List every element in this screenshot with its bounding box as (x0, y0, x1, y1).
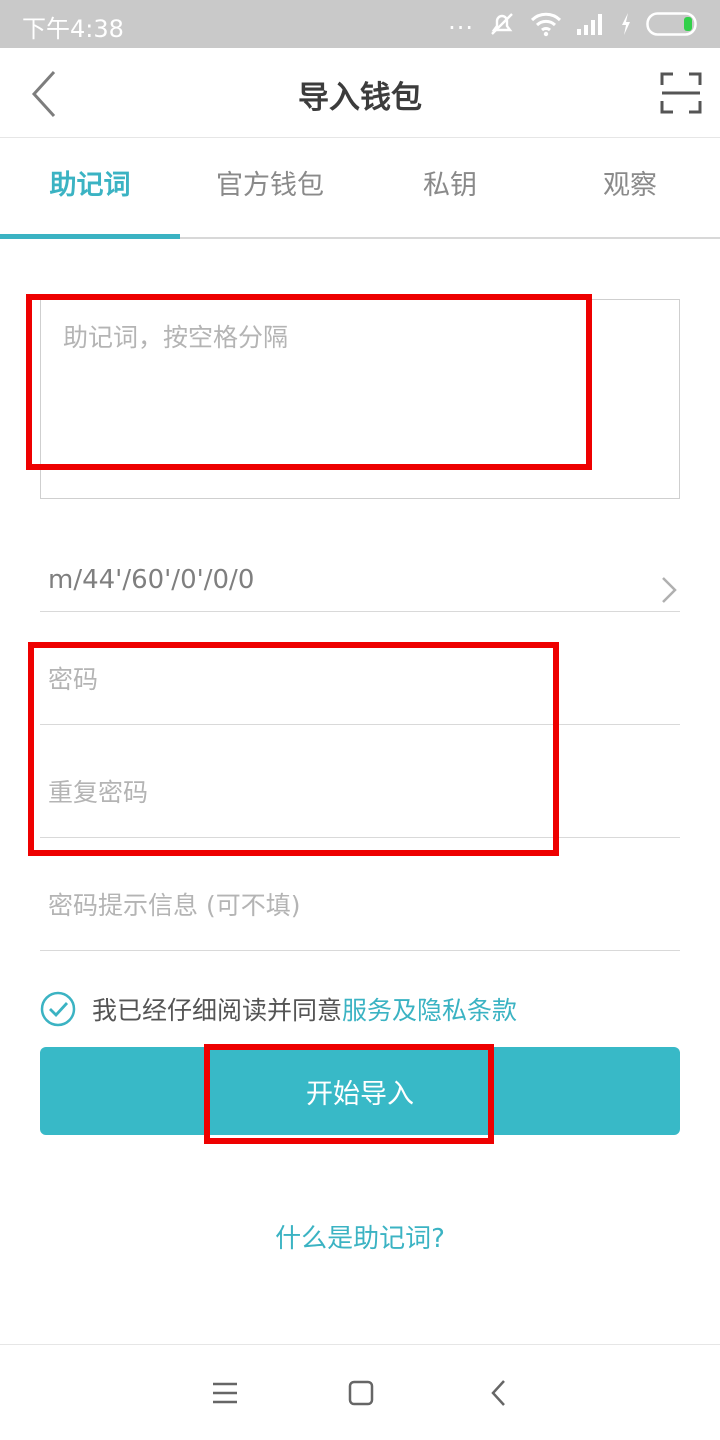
chevron-right-icon (662, 577, 677, 603)
tab-bar: 助记词 官方钱包 私钥 观察 (0, 139, 720, 239)
page-title: 导入钱包 (298, 80, 422, 116)
signal-icon (577, 14, 602, 35)
tab-private-key[interactable]: 私钥 (360, 163, 540, 202)
home-icon[interactable] (343, 1375, 379, 1411)
mute-icon (491, 13, 513, 35)
tab-indicator (0, 234, 180, 239)
terms-link[interactable]: 服务及隐私条款 (342, 991, 517, 1027)
derivation-path-value: m/44'/60'/0'/0/0 (48, 565, 255, 595)
agreement-text: 我已经仔细阅读并同意 (92, 996, 343, 1025)
mnemonic-input[interactable]: 助记词，按空格分隔 (40, 299, 680, 499)
repeat-password-placeholder: 重复密码 (48, 778, 149, 807)
repeat-password-field[interactable]: 重复密码 (40, 725, 680, 838)
header: 导入钱包 (0, 48, 720, 138)
check-circle-icon[interactable] (40, 991, 76, 1027)
mnemonic-placeholder: 助记词，按空格分隔 (63, 323, 289, 352)
password-field[interactable]: 密码 (40, 612, 680, 725)
status-bar: 下午4:38 ... (0, 0, 720, 48)
scan-icon[interactable] (660, 72, 702, 114)
derivation-path-selector[interactable]: m/44'/60'/0'/0/0 (40, 545, 680, 612)
start-import-button[interactable]: 开始导入 (40, 1047, 680, 1135)
wifi-icon (530, 12, 562, 37)
password-hint-placeholder: 密码提示信息 (可不填) (48, 891, 301, 920)
what-is-mnemonic-link[interactable]: 什么是助记词? (0, 1218, 720, 1255)
charging-icon (622, 13, 630, 35)
password-placeholder: 密码 (48, 665, 99, 694)
password-hint-field[interactable]: 密码提示信息 (可不填) (40, 838, 680, 951)
tab-mnemonic[interactable]: 助记词 (0, 163, 180, 202)
tab-watch[interactable]: 观察 (540, 163, 720, 202)
back-nav-icon[interactable] (482, 1375, 518, 1411)
status-dots: ... (448, 7, 474, 35)
battery-icon (646, 12, 697, 36)
status-time: 下午4:38 (22, 15, 124, 43)
system-nav-bar (0, 1344, 720, 1440)
tab-official-wallet[interactable]: 官方钱包 (180, 163, 360, 202)
agreement-row: 我已经仔细阅读并同意 服务及隐私条款 (40, 990, 517, 1028)
status-icons: ... (448, 8, 700, 40)
menu-icon[interactable] (207, 1375, 243, 1411)
